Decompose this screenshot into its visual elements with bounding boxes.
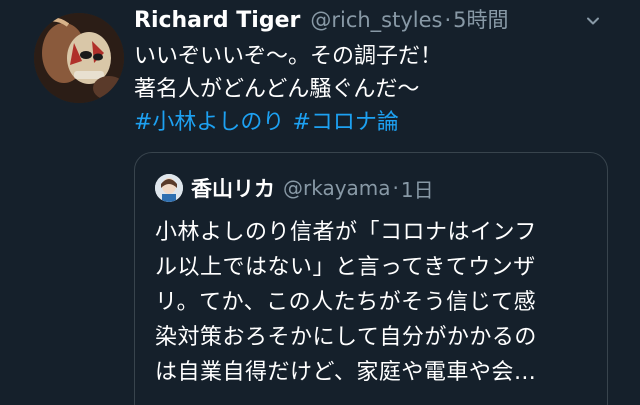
separator-dot: ·	[444, 8, 452, 32]
quoted-user-handle: @rkayama	[283, 176, 391, 200]
hashtag-link[interactable]: #コロナ論	[292, 110, 398, 135]
tweet-text-line: いいぞいいぞ〜。その調子だ！	[134, 44, 443, 69]
quoted-avatar	[155, 174, 183, 202]
quoted-text-line: 染対策おろそかにして自分がかかるの	[155, 325, 537, 350]
quoted-text-line: 小林よしのり信者が「コロナはインフ	[155, 220, 537, 245]
hashtag-link[interactable]: #小林よしのり	[134, 110, 284, 135]
timestamp[interactable]: 5時間	[453, 4, 508, 36]
hashtag-list: #小林よしのり #コロナ論	[134, 106, 612, 139]
avatar[interactable]	[34, 13, 124, 103]
quoted-timestamp: 1日	[400, 177, 434, 202]
tweet-content: Richard Tiger @rich_styles · 5時間 いいぞいいぞ〜…	[134, 4, 612, 139]
quoted-tweet-text: 小林よしのり信者が「コロナはインフ ル以上ではない」と言ってきてウンザ リ。てか…	[155, 215, 587, 390]
tweet-header: Richard Tiger @rich_styles · 5時間	[134, 4, 612, 36]
quoted-tweet-card[interactable]: 香山リカ @rkayama · 1日 小林よしのり信者が「コロナはインフ ル以上…	[134, 152, 608, 405]
tweet[interactable]: Richard Tiger @rich_styles · 5時間 いいぞいいぞ〜…	[0, 0, 640, 405]
separator-dot: ·	[392, 176, 399, 200]
quoted-text-line: ル以上ではない」と言ってきてウンザ	[155, 255, 536, 280]
quoted-text-line: リ。てか、この人たちがそう信じて感	[155, 290, 537, 315]
user-handle[interactable]: @rich_styles	[310, 4, 442, 36]
tweet-text: いいぞいいぞ〜。その調子だ！ 著名人がどんどん騒ぐんだ〜	[134, 40, 612, 106]
quoted-tweet-header: 香山リカ @rkayama · 1日	[155, 171, 587, 205]
tweet-text-line: 著名人がどんどん騒ぐんだ〜	[134, 77, 420, 102]
quoted-display-name: 香山リカ	[191, 177, 275, 201]
chevron-down-icon[interactable]	[586, 14, 600, 28]
quoted-text-line: は自業自得だけど、家庭や電車や会…	[155, 360, 537, 385]
display-name[interactable]: Richard Tiger	[134, 5, 300, 37]
